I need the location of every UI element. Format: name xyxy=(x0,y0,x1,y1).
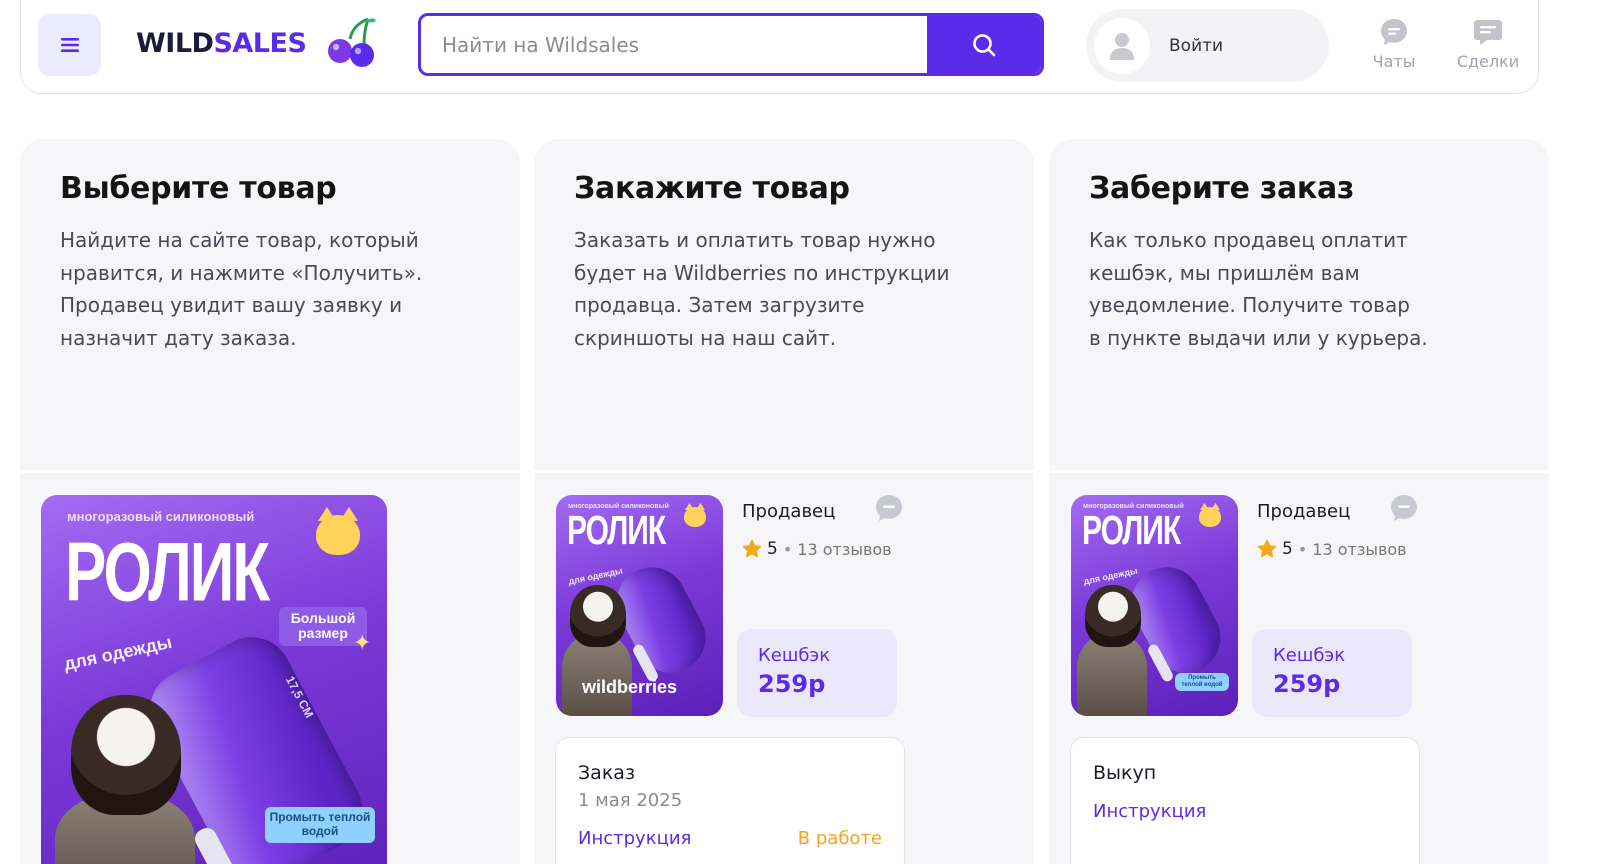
step-text-line: в пункте выдачи или у курьера. xyxy=(1089,325,1428,350)
dog-icon xyxy=(71,695,181,815)
avatar xyxy=(1094,17,1150,74)
review-count[interactable]: 13 отзывов xyxy=(1312,540,1406,559)
step-description: Заказать и оплатить товар нужно будет на… xyxy=(574,224,994,354)
deals-label: Сделки xyxy=(1456,52,1520,71)
rating-separator: • xyxy=(1297,539,1308,559)
cat-emoji-icon xyxy=(316,507,360,555)
cashback-label: Кешбэк xyxy=(758,645,831,666)
site-header: WILDSALES Войти xyxy=(20,0,1539,94)
chats-button[interactable]: Чаты xyxy=(1349,17,1439,77)
order-state-badge: В работе xyxy=(797,828,882,849)
cashback-value: 259р xyxy=(1273,670,1341,698)
cat-emoji-icon xyxy=(684,503,706,527)
instruction-link[interactable]: Инструкция xyxy=(578,828,691,849)
cherry-logo-icon xyxy=(328,17,377,67)
step-title: Выберите товар xyxy=(60,171,337,206)
dog-jacket-icon xyxy=(1077,635,1147,716)
cashback-box: Кешбэк 259р xyxy=(1252,629,1412,717)
search-button[interactable] xyxy=(927,16,1041,73)
order-status-title: Заказ xyxy=(578,762,636,784)
step-text-line: нравится, и нажмите «Получить». xyxy=(60,260,423,285)
star-icon xyxy=(1257,539,1277,558)
deals-button[interactable]: Сделки xyxy=(1443,17,1533,77)
order-date: 1 мая 2025 xyxy=(578,790,683,811)
product-title: РОЛИК xyxy=(65,526,270,620)
instruction-link[interactable]: Инструкция xyxy=(1093,801,1206,822)
user-icon xyxy=(1110,32,1134,60)
cashback-box: Кешбэк 259р xyxy=(737,629,897,717)
pickup-status-box: Выкуп Инструкция xyxy=(1070,737,1420,864)
card-divider xyxy=(20,470,520,473)
pickup-status-title: Выкуп xyxy=(1093,762,1157,784)
seller-rating: 5 • 13 отзывов xyxy=(742,539,892,559)
step-text-line: Заказать и оплатить товар нужно xyxy=(574,228,936,252)
seller-chat-icon[interactable] xyxy=(874,493,904,523)
logo[interactable]: WILD SALES xyxy=(136,15,378,71)
step-text-line: уведомление. Получите товар xyxy=(1089,293,1410,317)
product-tilt-text: для одежды xyxy=(1082,565,1139,587)
product-tilt-text: для одежды xyxy=(567,565,624,587)
rating-separator: • xyxy=(782,539,793,559)
deals-icon xyxy=(1474,20,1502,45)
product-subtitle: многоразовый силиконовый xyxy=(67,509,255,524)
review-count[interactable]: 13 отзывов xyxy=(797,540,891,559)
step-text-line: назначит дату заказа. xyxy=(60,325,297,350)
logo-text-wild: WILD xyxy=(136,27,214,59)
wildberries-watermark: wildberries xyxy=(582,677,678,697)
search-input[interactable] xyxy=(421,16,927,73)
seller-name: Продавец xyxy=(742,501,836,522)
step-text-line: скриншоты на наш сайт. xyxy=(574,325,837,350)
dog-icon xyxy=(1085,585,1141,647)
rating-score: 5 xyxy=(1282,539,1293,559)
step-card-order: Закажите товар Заказать и оплатить товар… xyxy=(534,139,1034,864)
step-text-line: Найдите на сайте товар, который xyxy=(60,228,419,252)
card-divider xyxy=(534,470,1034,473)
order-status-box: Заказ 1 мая 2025 Инструкция В работе xyxy=(555,737,905,864)
step-description: Как только продавец оплатит кешбэк, мы п… xyxy=(1089,224,1509,354)
step-title: Заберите заказ xyxy=(1089,171,1355,206)
rating-score: 5 xyxy=(767,539,778,559)
sparkle-icon: ✦ xyxy=(353,631,372,656)
cashback-label: Кешбэк xyxy=(1273,645,1346,666)
product-thumbnail[interactable]: многоразовый силиконовый РОЛИК для одежд… xyxy=(1071,495,1238,716)
step-card-choose: Выберите товар Найдите на сайте товар, к… xyxy=(20,139,520,864)
search-icon xyxy=(973,33,996,56)
product-note: Промыть теплой водой xyxy=(265,807,375,843)
pickup-status-footer: Инструкция xyxy=(1093,801,1397,822)
product-note: Промыть теплой водой xyxy=(1175,673,1229,691)
seller-rating: 5 • 13 отзывов xyxy=(1257,539,1407,559)
product-image[interactable]: многоразовый силиконовый РОЛИК Большой р… xyxy=(41,495,387,864)
logo-text-sales: SALES xyxy=(213,27,307,59)
dog-icon xyxy=(570,585,626,647)
chat-icon xyxy=(1381,19,1407,45)
step-description: Найдите на сайте товар, который нравится… xyxy=(60,224,480,354)
step-text-line: Продавец увидит вашу заявку и xyxy=(60,293,403,317)
order-status-footer: Инструкция В работе xyxy=(578,828,882,849)
step-card-pickup: Заберите заказ Как только продавец оплат… xyxy=(1049,139,1549,864)
product-thumbnail[interactable]: многоразовый силиконовый РОЛИК для одежд… xyxy=(556,495,723,716)
step-text-line: будет на Wildberries по инструкции xyxy=(574,260,950,285)
cat-emoji-icon xyxy=(1199,503,1221,527)
seller-chat-icon[interactable] xyxy=(1389,493,1419,523)
search-bar xyxy=(418,13,1044,76)
cashback-value: 259р xyxy=(758,670,826,698)
product-title: РОЛИК xyxy=(1082,509,1181,554)
product-tilt-text: для одежды xyxy=(62,631,174,675)
card-divider xyxy=(1049,470,1549,473)
star-icon xyxy=(742,539,762,558)
seller-name: Продавец xyxy=(1257,501,1351,522)
product-title: РОЛИК xyxy=(567,509,666,554)
step-text-line: продавца. Затем загрузите xyxy=(574,293,865,317)
step-text-line: кешбэк, мы пришлём вам xyxy=(1089,260,1360,285)
hamburger-icon xyxy=(60,38,79,52)
dog-jacket-icon xyxy=(562,635,632,716)
step-text-line: Как только продавец оплатит xyxy=(1089,228,1408,252)
chats-label: Чаты xyxy=(1372,52,1416,71)
step-title: Закажите товар xyxy=(574,171,850,206)
menu-button[interactable] xyxy=(38,14,101,76)
login-button[interactable]: Войти xyxy=(1086,9,1329,82)
login-label: Войти xyxy=(1169,35,1224,56)
